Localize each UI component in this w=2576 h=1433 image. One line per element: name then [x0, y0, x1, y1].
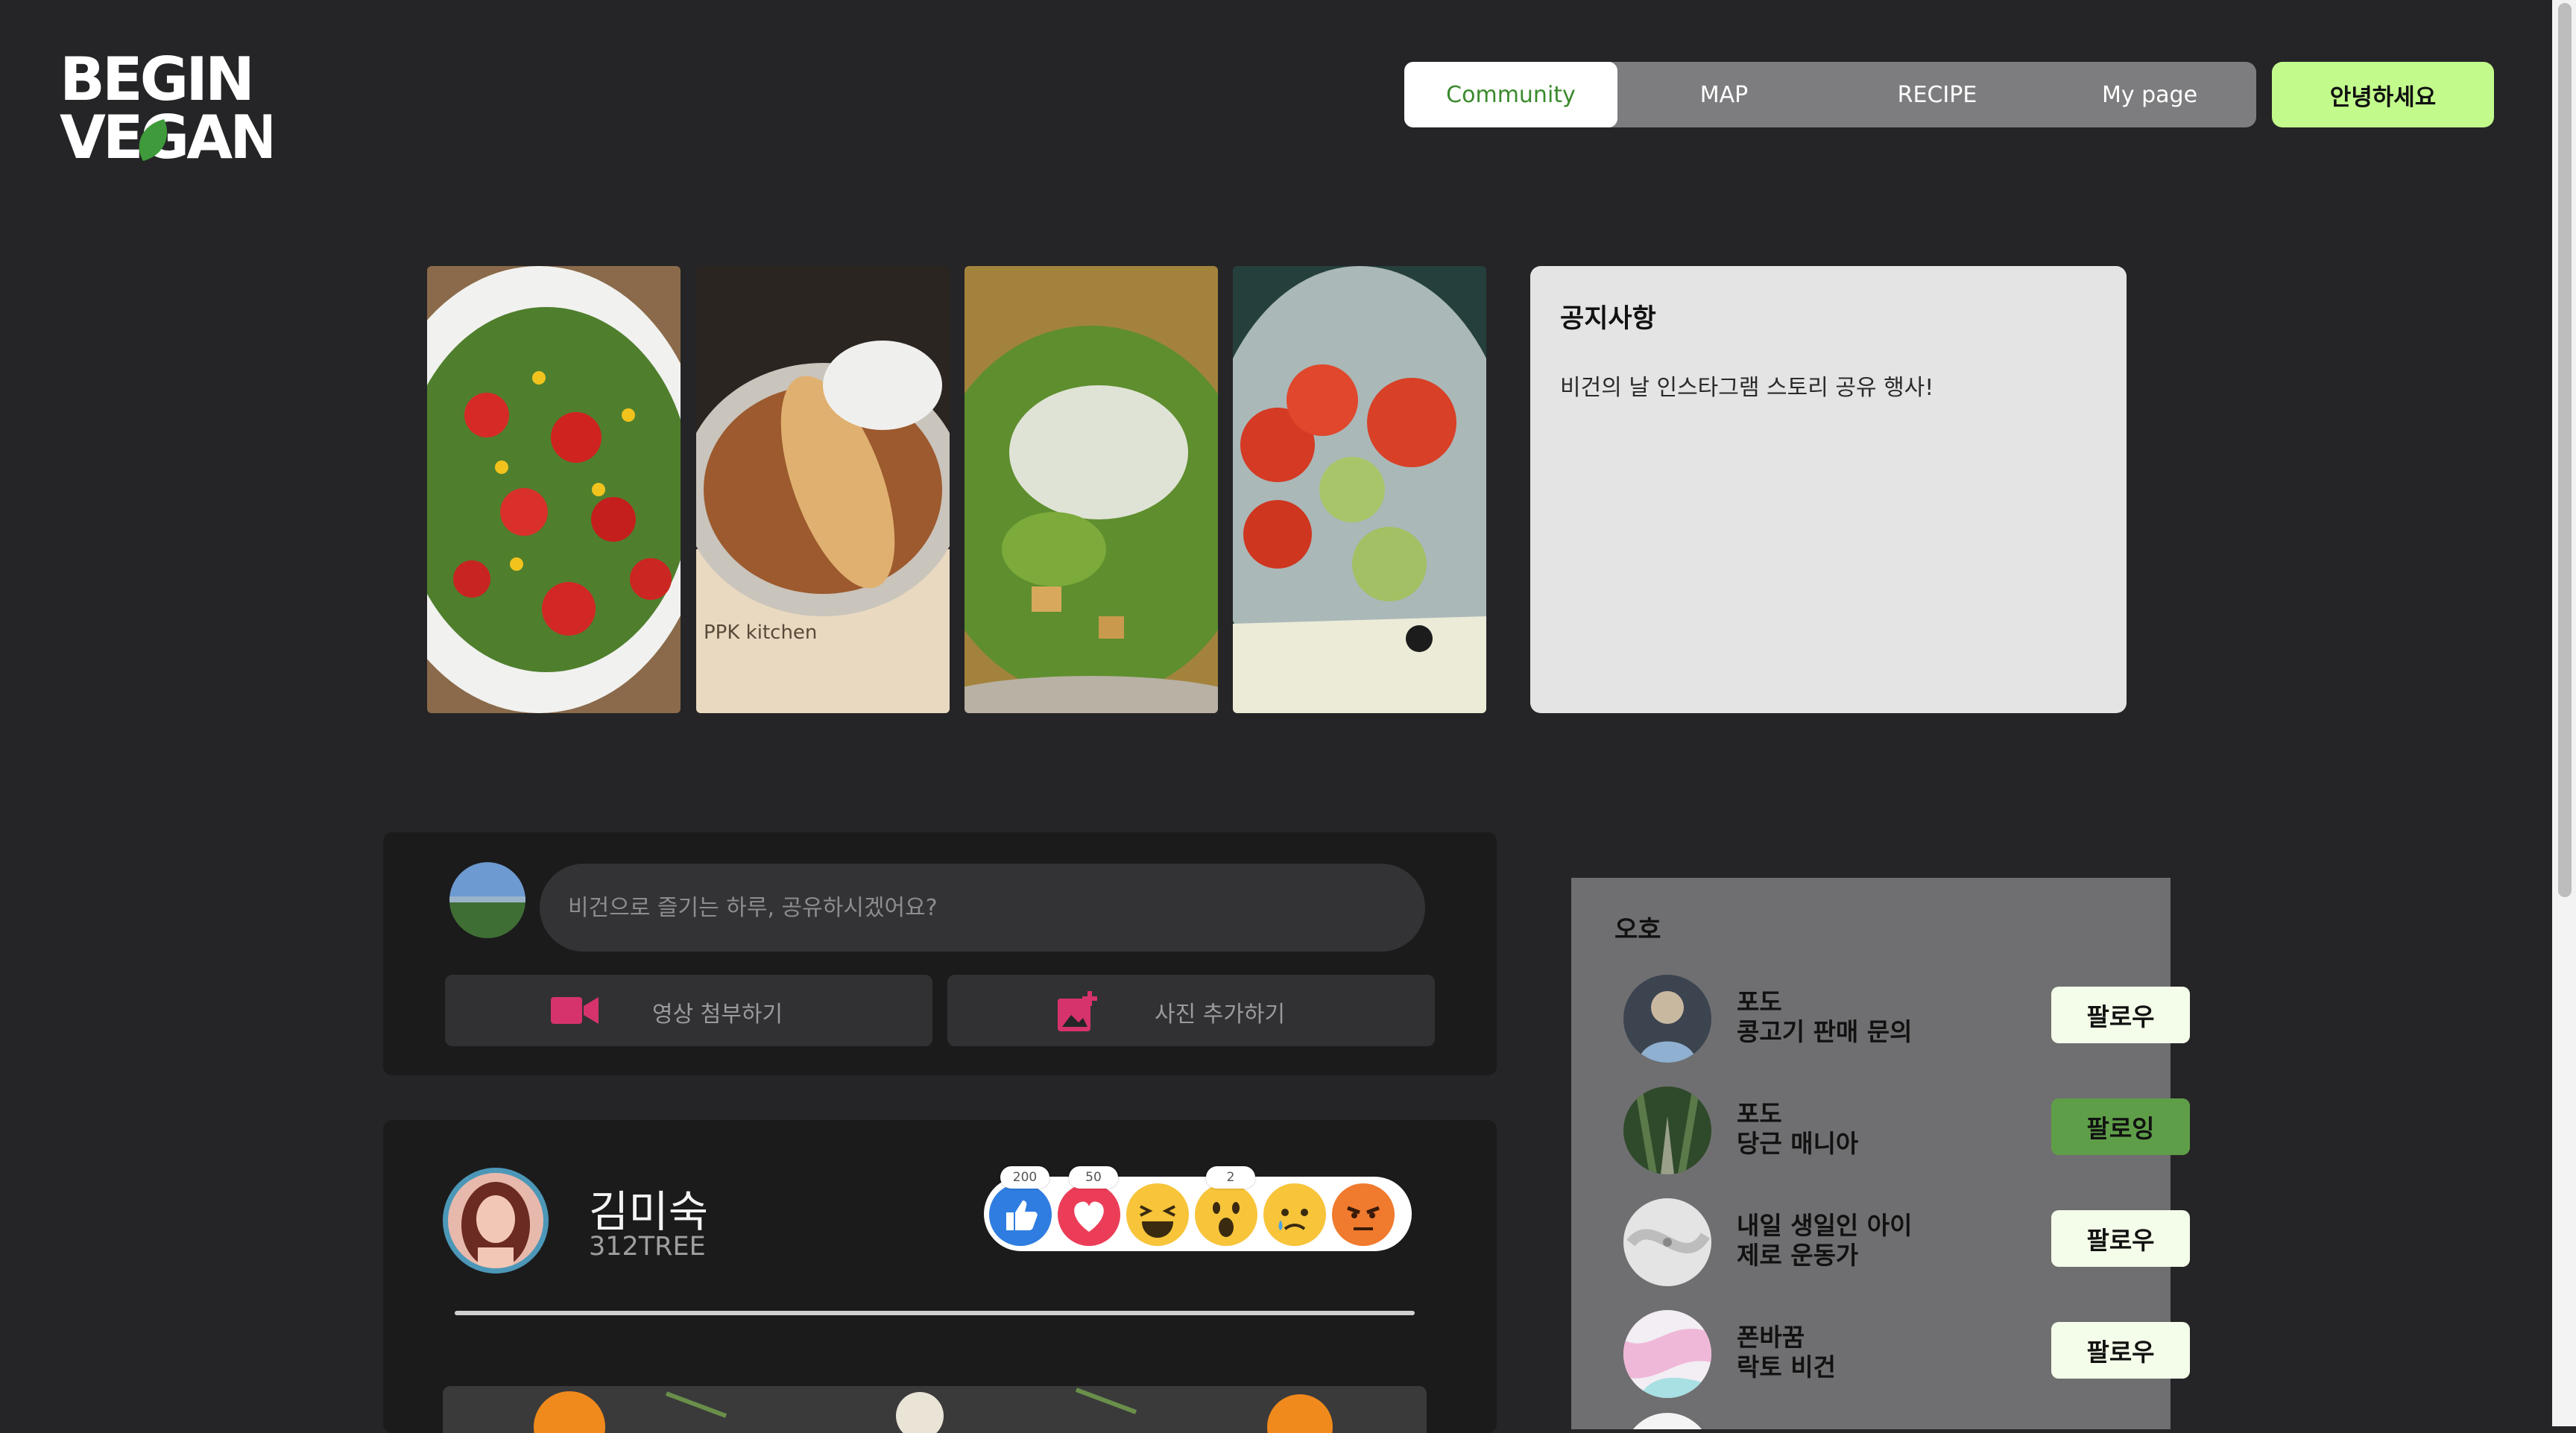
follow-user-avatar[interactable] [1623, 1086, 1711, 1174]
feed-post: 김미숙 312TREE 200 50 2 [383, 1120, 1497, 1433]
angry-icon[interactable] [1331, 1183, 1395, 1247]
follow-user-desc: 락토 비건 [1737, 1353, 1836, 1382]
follow-user-desc: 당근 매니아 [1737, 1129, 1859, 1158]
follow-user-avatar[interactable] [1623, 1198, 1711, 1286]
post-author-id: 312TREE [589, 1232, 706, 1262]
follow-user-avatar-partial[interactable] [1623, 1413, 1711, 1429]
add-photo-button[interactable]: 사진 추가하기 [947, 975, 1435, 1046]
begin-vegan-logo[interactable]: BEGIN VEGAN [60, 45, 280, 172]
sad-icon[interactable] [1263, 1183, 1327, 1247]
main-nav: Community MAP RECIPE My page [1404, 62, 2256, 127]
like-count: 200 [1000, 1166, 1049, 1189]
notice-board: 공지사항 비건의 날 인스타그램 스토리 공유 행사! [1530, 266, 2127, 713]
love-icon[interactable]: 50 [1057, 1166, 1121, 1247]
scrollbar-thumb[interactable] [2558, 3, 2572, 897]
nav-map[interactable]: MAP [1617, 62, 1831, 127]
following-button[interactable]: 팔로잉 [2051, 1098, 2190, 1155]
author-avatar[interactable] [443, 1168, 549, 1274]
wow-icon[interactable]: 2 [1194, 1166, 1258, 1247]
follow-user-desc: 콩고기 판매 문의 [1737, 1017, 1913, 1046]
post-input[interactable] [540, 864, 1425, 952]
like-icon[interactable]: 200 [988, 1166, 1052, 1247]
greeting-button[interactable]: 안녕하세요 [2272, 62, 2494, 127]
follow-button[interactable]: 팔로우 [2051, 1210, 2190, 1267]
follow-user-row: 폰바꿈 락토 비건 팔로우 [1623, 1310, 2190, 1398]
gallery-photo-strawberry-salad[interactable] [427, 266, 681, 713]
user-avatar[interactable] [449, 862, 525, 938]
follow-button[interactable]: 팔로우 [2051, 987, 2190, 1043]
follow-suggestions-panel: 오호 포도 콩고기 판매 문의 팔로우 포도 당근 매니아 팔로잉 내일 생일인… [1571, 878, 2190, 1429]
video-camera-icon [551, 997, 599, 1024]
panel-title: 오호 [1614, 915, 1661, 945]
add-photo-label: 사진 추가하기 [1155, 1002, 1286, 1028]
follow-user-row: 내일 생일인 아이 제로 운동가 팔로우 [1623, 1198, 2190, 1286]
follow-user-desc: 제로 운동가 [1737, 1241, 1859, 1270]
svg-text:PPK kitchen: PPK kitchen [704, 621, 817, 644]
follow-user-avatar[interactable] [1623, 975, 1711, 1063]
post-composer: 영상 첨부하기 사진 추가하기 [383, 832, 1497, 1075]
follow-user-row: 포도 당근 매니아 팔로잉 [1623, 1086, 2190, 1174]
nav-community[interactable]: Community [1404, 62, 1617, 127]
follow-user-row: 포도 콩고기 판매 문의 팔로우 [1623, 975, 2190, 1063]
logo-graphic: BEGIN VEGAN [60, 45, 280, 172]
notice-item[interactable]: 비건의 날 인스타그램 스토리 공유 행사! [1560, 369, 1933, 402]
love-count: 50 [1069, 1166, 1118, 1189]
follow-user-avatar[interactable] [1623, 1310, 1711, 1398]
attach-video-button[interactable]: 영상 첨부하기 [445, 975, 932, 1046]
post-author-name[interactable]: 김미숙 [589, 1177, 708, 1239]
add-photo-icon [1058, 991, 1097, 1031]
reaction-bar: 200 50 2 [984, 1166, 1412, 1251]
wow-count: 2 [1206, 1166, 1255, 1189]
post-divider [455, 1311, 1415, 1315]
nav-my-page[interactable]: My page [2043, 62, 2256, 127]
notice-title: 공지사항 [1560, 304, 1656, 334]
laugh-icon[interactable] [1126, 1183, 1190, 1247]
attach-video-label: 영상 첨부하기 [652, 1002, 783, 1028]
gallery-photo-caesar-salad[interactable] [965, 266, 1218, 713]
gallery-photo-tomato-avocado[interactable] [1233, 266, 1486, 713]
follow-button[interactable]: 팔로우 [2051, 1322, 2190, 1379]
gallery-photo-garlic-bread[interactable]: PPK kitchen [696, 266, 950, 713]
nav-recipe[interactable]: RECIPE [1831, 62, 2044, 127]
